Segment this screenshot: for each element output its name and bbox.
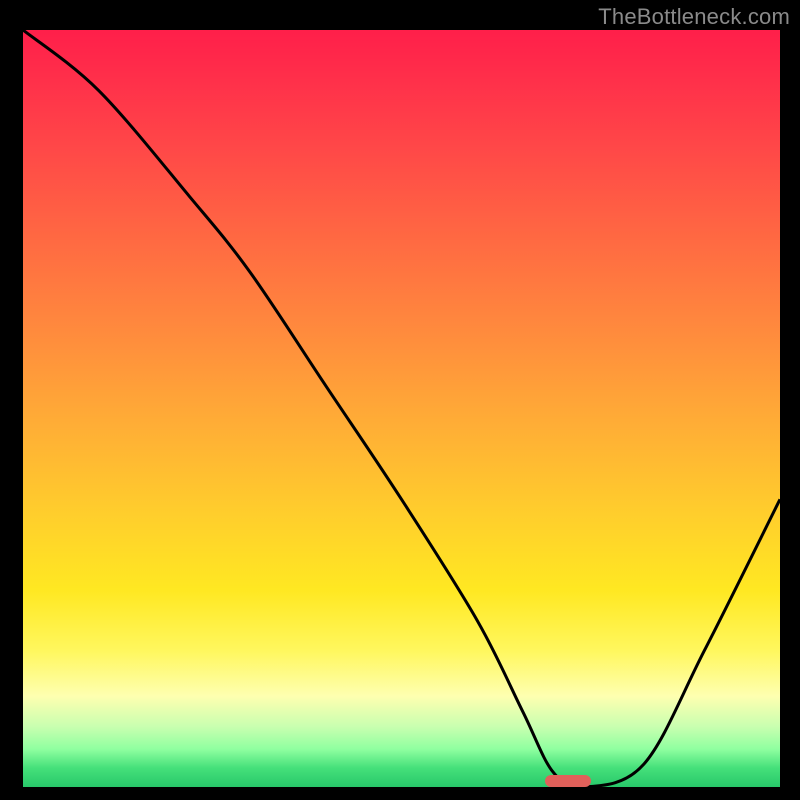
bottleneck-curve: [23, 30, 780, 787]
curve-layer: [23, 30, 780, 787]
watermark-text: TheBottleneck.com: [598, 4, 790, 30]
optimum-marker: [545, 775, 590, 787]
plot-area: [23, 30, 780, 787]
bottleneck-chart: TheBottleneck.com: [0, 0, 800, 800]
